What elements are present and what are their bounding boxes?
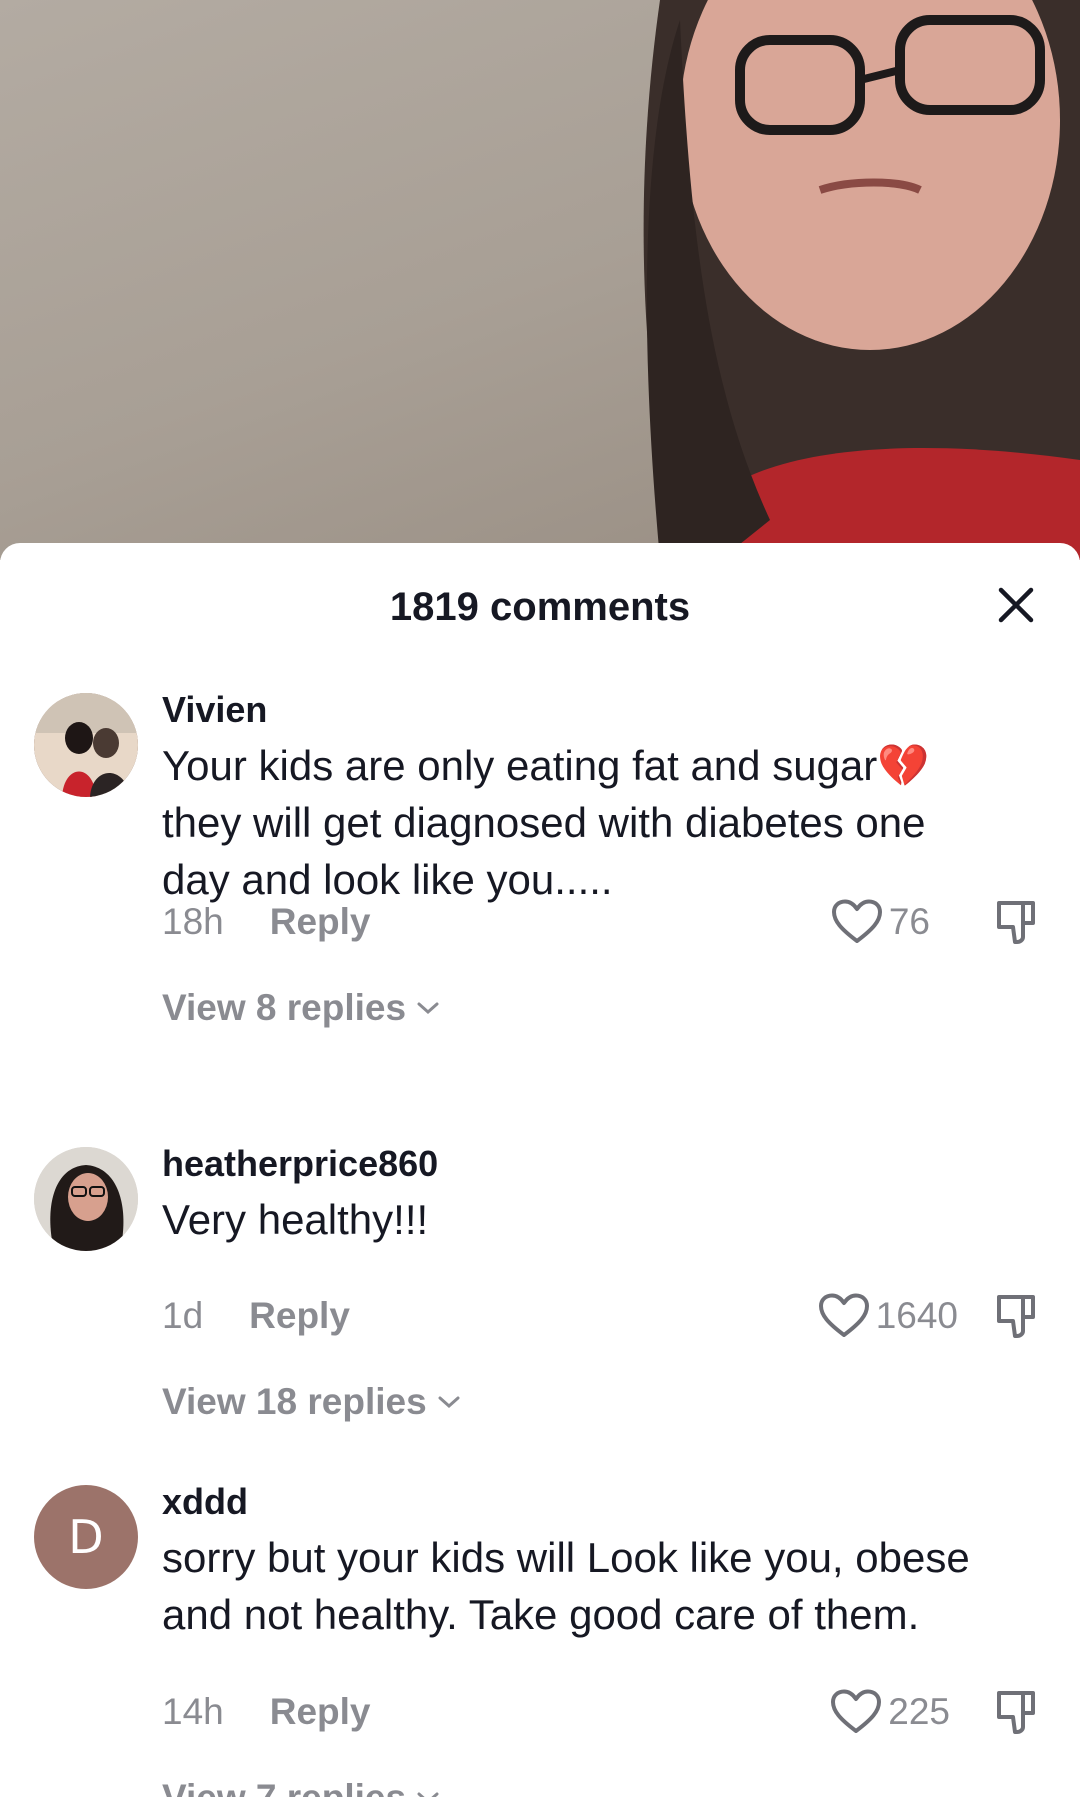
thumbs-down-icon [997,1295,1035,1338]
thumbs-down-icon [997,1691,1035,1734]
view-replies-label: View 7 replies [162,1777,406,1797]
video-background [0,0,1080,560]
comments-sheet: 1819 comments Vivien Your kids are only … [0,543,1080,1797]
chevron-down-icon [438,1396,460,1409]
heart-outline-icon [818,1293,869,1337]
comment-username[interactable]: xddd [162,1481,248,1523]
comment-item: Vivien Your kids are only eating fat and… [0,689,1080,1093]
reply-button[interactable]: Reply [270,1691,371,1733]
comment-text: Very healthy!!! [162,1196,429,1243]
like-button[interactable]: 1640 [818,1291,958,1341]
chevron-down-icon [417,1792,439,1797]
reply-button[interactable]: Reply [270,901,371,943]
avatar[interactable]: D [34,1485,138,1589]
avatar-image [34,1147,138,1251]
comment-item: heatherprice860 Very healthy!!! 1d Reply… [0,1143,1080,1487]
comments-count-title: 1819 comments [389,585,691,629]
avatar-letter: D [68,1510,104,1564]
avatar-image [34,693,138,797]
comment-username[interactable]: heatherprice860 [162,1143,438,1185]
like-button[interactable]: 76 [831,897,930,947]
view-replies-label: View 8 replies [162,987,407,1028]
close-button[interactable] [990,579,1042,631]
like-count: 225 [888,1691,950,1732]
comment-text: sorry but your kids will Look like you, … [162,1534,970,1638]
like-button[interactable]: 225 [830,1687,950,1737]
avatar[interactable] [34,1147,138,1251]
chevron-down-icon [417,1002,439,1015]
dislike-button[interactable] [990,1686,1042,1738]
comment-meta: 14h Reply [162,1687,371,1737]
comment-username[interactable]: Vivien [162,689,267,731]
video-person-image [643,0,1080,560]
comments-header: 1819 comments [0,543,1080,671]
comment-meta: 1d Reply [162,1291,350,1341]
view-replies-button[interactable]: View 8 replies [162,983,440,1033]
comment-time: 18h [162,901,224,942]
like-count: 1640 [875,1295,958,1336]
comment-item: D xddd sorry but your kids will Look lik… [0,1481,1080,1797]
view-replies-label: View 18 replies [162,1381,427,1422]
close-icon [998,587,1034,623]
view-replies-button[interactable]: View 7 replies [162,1773,440,1797]
view-replies-button[interactable]: View 18 replies [162,1377,461,1427]
comment-time: 1d [162,1295,204,1336]
heart-outline-icon [831,899,882,943]
avatar[interactable] [34,693,138,797]
dislike-button[interactable] [990,896,1042,948]
heart-outline-icon [831,1689,882,1733]
reply-button[interactable]: Reply [249,1295,350,1337]
like-count: 76 [888,901,930,942]
comment-text: Your kids are only eating fat and sugar💔… [162,742,930,903]
comment-meta: 18h Reply [162,897,371,947]
dislike-button[interactable] [990,1290,1042,1342]
comment-time: 14h [162,1691,224,1732]
thumbs-down-icon [997,901,1035,944]
